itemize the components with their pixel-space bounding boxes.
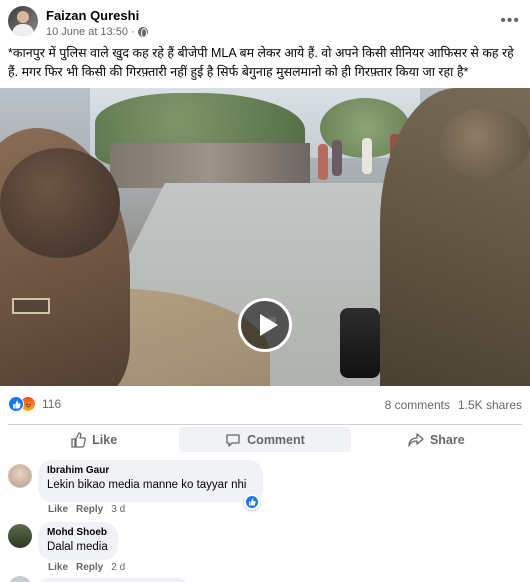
commenter-avatar[interactable] (8, 524, 32, 548)
reaction-count: 116 (42, 397, 62, 411)
engagement-counts: 8 comments 1.5K shares (385, 398, 522, 412)
commenter-name[interactable]: Ibrahim Gaur (47, 465, 253, 476)
video-head (0, 148, 120, 258)
video-person (362, 138, 372, 174)
video-person (332, 140, 342, 176)
comment-like-link[interactable]: Like (48, 504, 68, 515)
shares-count[interactable]: 1.5K shares (458, 398, 522, 412)
comment-text: Dalal media (47, 541, 108, 553)
comment-bubble (38, 578, 188, 582)
comment-button[interactable]: Comment (179, 427, 351, 452)
video-person (318, 144, 328, 180)
commenter-name[interactable]: Mohd Shoeb (47, 527, 108, 538)
video-shoulder (440, 108, 530, 178)
video-badge (12, 298, 50, 314)
comment-time[interactable]: 2 d (111, 562, 125, 573)
like-icon (8, 396, 24, 412)
like-label: Like (92, 432, 118, 447)
like-icon[interactable] (244, 494, 260, 510)
video-radio (340, 308, 380, 378)
meta-separator: · (130, 26, 135, 38)
post-header: Faizan Qureshi 10 June at 13:50 · ••• (0, 0, 530, 44)
post-stats: 116 8 comments 1.5K shares (0, 392, 530, 418)
author-avatar[interactable] (8, 6, 38, 36)
comment-bubble: Ibrahim Gaur Lekin bikao media manne ko … (38, 460, 263, 502)
commenter-avatar[interactable] (8, 464, 32, 488)
video-player[interactable] (0, 88, 530, 386)
comment-icon (226, 433, 240, 447)
author-name[interactable]: Faizan Qureshi (46, 8, 139, 23)
comment-time[interactable]: 3 d (111, 504, 125, 515)
share-button[interactable]: Share (351, 427, 522, 452)
post-text: *कानपुर में पुलिस वाले खुद कह रहे हैं बी… (8, 46, 514, 79)
comment-actions: Like Reply 2 d (48, 562, 125, 573)
play-icon[interactable] (238, 298, 292, 352)
video-buildings (110, 143, 310, 188)
comment-reply-link[interactable]: Reply (76, 504, 103, 515)
post-timestamp[interactable]: 10 June at 13:50 (46, 26, 128, 38)
comment-text: Lekin bikao media manne ko tayyar nhi (47, 479, 247, 491)
share-icon (408, 432, 424, 447)
comment-bubble: Mohd Shoeb Dalal media (38, 522, 118, 560)
comment-reply-link[interactable]: Reply (76, 562, 103, 573)
comments-count[interactable]: 8 comments (385, 398, 450, 412)
post-actions: Like Comment Share (8, 424, 522, 452)
comment-actions: Like Reply 3 d (48, 504, 125, 515)
thumbs-up-icon (71, 431, 87, 448)
reaction-summary[interactable]: 116 (8, 396, 61, 412)
comment-like-link[interactable]: Like (48, 562, 68, 573)
globe-icon (137, 27, 148, 38)
like-button[interactable]: Like (8, 427, 179, 452)
commenter-avatar[interactable] (8, 576, 32, 582)
comment-label: Comment (247, 432, 305, 447)
share-label: Share (429, 432, 465, 447)
post-meta: 10 June at 13:50 · (46, 26, 148, 38)
more-options-icon[interactable]: ••• (500, 12, 520, 30)
